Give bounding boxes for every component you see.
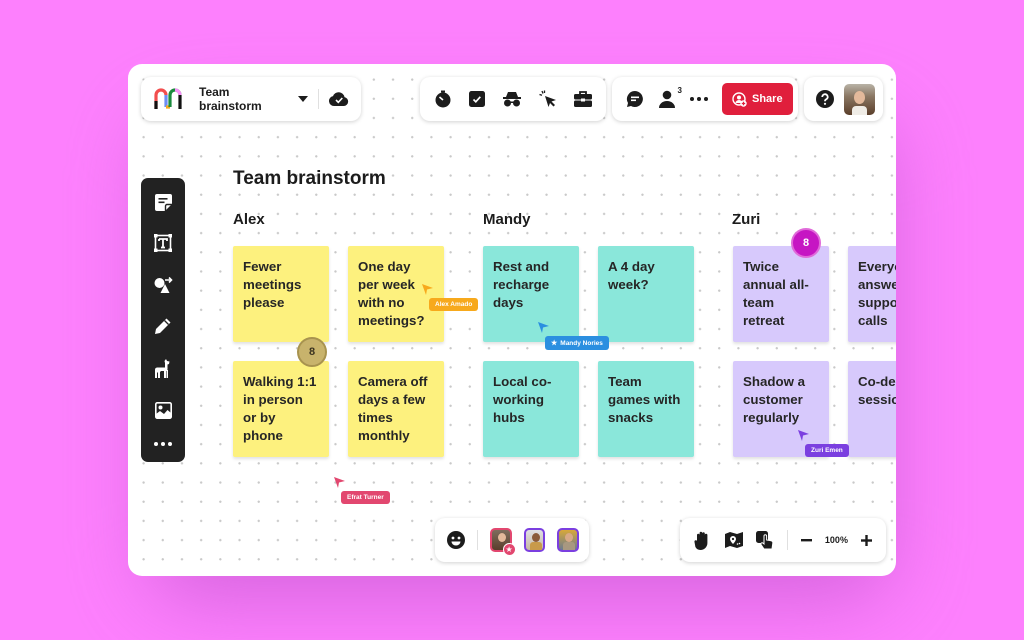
sticky-note[interactable]: Everyone answer support calls	[848, 246, 896, 342]
comment-icon[interactable]	[626, 90, 644, 108]
zoom-out-icon[interactable]	[800, 538, 812, 542]
sticky-note[interactable]: Shadow a customer regularly	[733, 361, 829, 457]
cursor-arrow-icon	[422, 284, 433, 295]
zoom-level[interactable]: 100%	[825, 535, 848, 545]
reactions-participants-panel: ★	[435, 518, 589, 562]
cloud-saved-icon[interactable]	[329, 92, 349, 106]
app-logo-icon[interactable]	[153, 87, 183, 111]
sticky-note-icon[interactable]	[154, 193, 172, 211]
cursor-label-zuri-emen: Zuri Emen	[805, 444, 849, 457]
cursor-label-alex-amado: Alex Amado	[429, 298, 479, 311]
collaboration-panel: 3 Share	[612, 77, 798, 121]
help-icon[interactable]	[816, 90, 834, 108]
collaborator-count: 3	[677, 86, 682, 95]
toolkit-icon[interactable]	[573, 91, 592, 107]
zoom-in-icon[interactable]	[860, 534, 872, 546]
divider	[318, 89, 319, 109]
vote-count-pin[interactable]: 8	[297, 337, 327, 367]
add-user-icon	[732, 91, 747, 107]
timer-icon[interactable]	[434, 90, 452, 108]
user-avatar[interactable]	[844, 83, 875, 115]
collaborators-icon[interactable]: 3	[658, 86, 682, 108]
emoji-reaction-icon[interactable]	[447, 531, 465, 549]
board-name[interactable]: Team brainstorm	[199, 85, 288, 113]
board-name-panel: Team brainstorm	[141, 77, 361, 121]
vote-count: 8	[297, 337, 327, 367]
cursor-attention-icon[interactable]	[539, 90, 557, 108]
cursor-name: Mandy Nories	[560, 339, 603, 347]
column-heading-alex[interactable]: Alex	[233, 211, 265, 228]
board-heading[interactable]: Team brainstorm	[233, 168, 386, 190]
column-heading-mandy[interactable]: Mandy	[483, 211, 531, 228]
voting-icon[interactable]	[469, 91, 486, 107]
board-menu-chevron-icon[interactable]	[298, 96, 309, 102]
sticky-note[interactable]: Team games with snacks	[598, 361, 694, 457]
participant-avatar-mandy-nories[interactable]	[523, 528, 546, 552]
sticky-note[interactable]: Co-design sessions	[848, 361, 896, 457]
hand-pan-icon[interactable]	[694, 531, 712, 550]
more-tools-icon[interactable]	[154, 442, 172, 447]
sticky-note[interactable]: Walking 1:1 in person or by phone	[233, 361, 329, 457]
help-profile-panel	[804, 77, 883, 121]
participant-avatar-efrat-turner[interactable]: ★	[489, 528, 516, 556]
cursor-arrow-icon	[334, 477, 345, 488]
private-mode-icon[interactable]	[502, 91, 522, 107]
sticky-note[interactable]: Camera off days a few times monthly	[348, 361, 444, 457]
text-tool-icon[interactable]	[154, 234, 172, 253]
vote-count-pin[interactable]: 8	[791, 228, 821, 258]
star-icon: ★	[551, 340, 558, 347]
whiteboard-canvas[interactable]: Team brainstorm 3 Share Team brainstorm …	[128, 64, 896, 576]
vote-count: 8	[791, 228, 821, 258]
sticky-note[interactable]: Twice annual all-team retreat	[733, 246, 829, 342]
pen-icon[interactable]	[154, 317, 172, 335]
sticky-note[interactable]: Fewer meetings please	[233, 246, 329, 342]
sticky-note[interactable]: A 4 day week?	[598, 246, 694, 342]
column-heading-zuri[interactable]: Zuri	[732, 211, 760, 228]
sticky-note[interactable]: Rest and recharge days	[483, 246, 579, 342]
shapes-icon[interactable]	[154, 276, 173, 294]
divider	[477, 530, 478, 550]
cursor-arrow-icon	[538, 322, 549, 333]
divider	[786, 530, 788, 550]
image-upload-icon[interactable]	[154, 401, 172, 419]
map-location-icon[interactable]	[724, 531, 743, 549]
share-label: Share	[752, 93, 783, 105]
share-button[interactable]: Share	[722, 83, 793, 115]
facilitation-toolbar	[420, 77, 606, 121]
more-options-icon[interactable]	[690, 97, 708, 101]
cursor-arrow-icon	[798, 430, 809, 441]
participant-avatar-zuri-emen[interactable]	[557, 528, 579, 552]
cursor-label-mandy-nories: ★ Mandy Nories	[545, 336, 609, 350]
creation-toolbar	[141, 178, 185, 462]
navigation-panel: 100%	[680, 518, 886, 562]
sticky-note[interactable]: Local co-working hubs	[483, 361, 579, 457]
host-star-icon: ★	[502, 543, 516, 556]
touch-gesture-icon[interactable]	[755, 531, 774, 549]
llama-templates-icon[interactable]	[155, 359, 171, 379]
cursor-label-efrat-turner: Efrat Turner	[341, 491, 390, 504]
